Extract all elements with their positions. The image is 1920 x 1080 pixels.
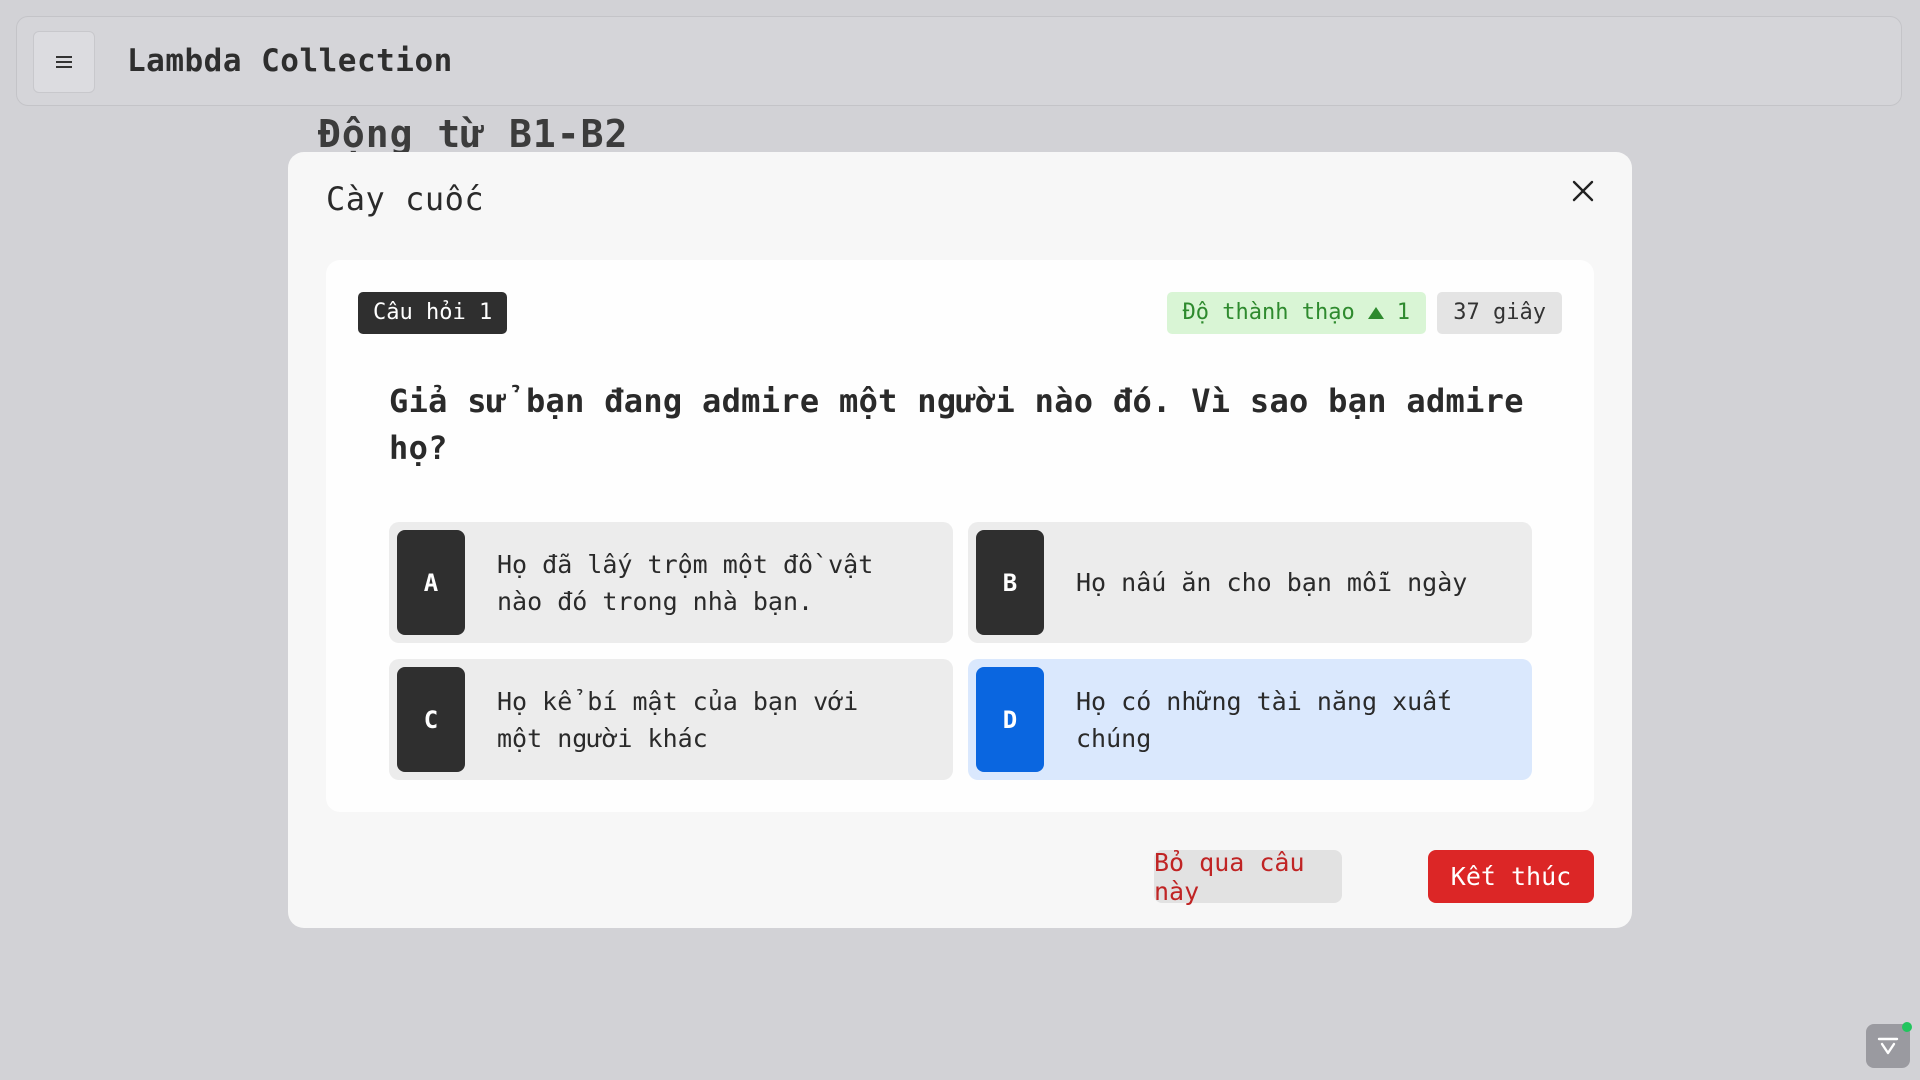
option-text: Họ có những tài năng xuất chúng (1076, 686, 1453, 753)
option-letter: C (397, 667, 465, 772)
answer-options: A Họ đã lấy trộm một đồ vật nào đó trong… (389, 522, 1532, 780)
option-letter: B (976, 530, 1044, 635)
mastery-badge: Độ thành thạo 1 (1166, 292, 1426, 334)
assistant-widget-icon (1877, 1037, 1899, 1055)
question-text: Giả sử bạn đang admire một người nào đó.… (389, 382, 1524, 467)
mastery-value: 1 (1396, 300, 1410, 325)
option-text: Họ kể bí mật của bạn với một người khác (497, 686, 859, 753)
option-text: Họ đã lấy trộm một đồ vật nào đó trong n… (497, 549, 874, 616)
mastery-label: Độ thành thạo (1182, 300, 1355, 325)
page-title: Động từ B1-B2 (318, 112, 629, 156)
modal-title: Cày cuốc (326, 180, 485, 218)
practice-modal: Cày cuốc Câu hỏi 1 Độ thành thạo 1 37 gi… (288, 152, 1632, 928)
triangle-up-icon (1367, 307, 1384, 319)
answer-option-c[interactable]: C Họ kể bí mật của bạn với một người khá… (389, 659, 953, 780)
timer-badge: 37 giây (1437, 292, 1562, 334)
option-text: Họ nấu ăn cho bạn mỗi ngày (1076, 568, 1468, 597)
online-status-dot (1902, 1022, 1912, 1032)
skip-question-button[interactable]: Bỏ qua câu này (1154, 848, 1342, 906)
question-card: Câu hỏi 1 Độ thành thạo 1 37 giây Giả sử… (326, 260, 1594, 812)
close-button[interactable] (1566, 174, 1600, 208)
question-number-badge: Câu hỏi 1 (358, 292, 508, 334)
close-icon (1572, 180, 1594, 202)
hamburger-menu-icon (56, 56, 72, 68)
menu-button[interactable] (33, 31, 95, 93)
option-letter: D (976, 667, 1044, 772)
answer-option-a[interactable]: A Họ đã lấy trộm một đồ vật nào đó trong… (389, 522, 953, 643)
end-session-button[interactable]: Kết thúc (1428, 850, 1594, 903)
app-title: Lambda Collection (127, 43, 453, 79)
answer-option-d[interactable]: D Họ có những tài năng xuất chúng (968, 659, 1532, 780)
assistant-widget-button[interactable] (1866, 1022, 1912, 1068)
app-header: Lambda Collection (16, 16, 1902, 106)
option-letter: A (397, 530, 465, 635)
answer-option-b[interactable]: B Họ nấu ăn cho bạn mỗi ngày (968, 522, 1532, 643)
